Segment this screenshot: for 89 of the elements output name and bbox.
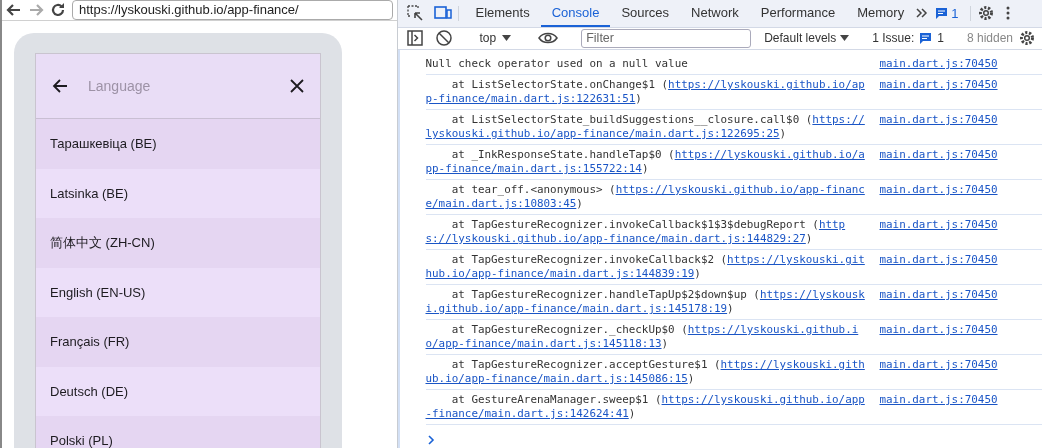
closing-paren: )	[576, 197, 583, 211]
closing-paren: )	[779, 127, 787, 141]
devtools-tab[interactable]: Elements	[464, 0, 541, 27]
source-link[interactable]: main.dart.js:70450	[879, 393, 998, 407]
stack-frame-text: at ListSelectorState.onChange$1 (	[450, 78, 669, 92]
closing-paren: )	[687, 372, 695, 386]
close-icon[interactable]	[289, 78, 305, 94]
source-url-link[interactable]: s://lyskouski.github.io/app-finance/main.dart.js:144829:27	[425, 232, 806, 246]
source-link[interactable]: main.dart.js:70450	[879, 218, 998, 232]
message-icon	[935, 6, 949, 20]
language-item[interactable]: English (EN-US)	[36, 267, 320, 317]
language-item[interactable]: 简体中文 (ZH-CN)	[36, 218, 320, 268]
language-item[interactable]: Тарашкевіца (BE)	[36, 119, 320, 169]
source-link[interactable]: main.dart.js:70450	[879, 253, 998, 267]
search-field[interactable]: Language	[86, 77, 271, 95]
closing-paren: )	[727, 302, 734, 316]
caret-icon	[502, 35, 512, 42]
issues-badge[interactable]: 1	[929, 0, 965, 27]
stack-frame-text: at GestureArenaManager.sweep$1 (	[450, 393, 662, 407]
closing-paren: )	[694, 267, 701, 281]
inspect-icon[interactable]	[405, 4, 424, 23]
devtools-tab[interactable]: Performance	[749, 0, 847, 27]
back-icon[interactable]	[6, 2, 22, 18]
stack-frame-text: at TapGestureRecognizer.invokeCallback$1$3$debugReport (	[450, 218, 819, 232]
issues-label: 1 Issue:	[872, 31, 915, 46]
settings-icon[interactable]	[1018, 29, 1036, 48]
source-url-link[interactable]: i.github.io/app-finance/main.dart.js:145178:19	[425, 302, 728, 316]
hidden-count: 8 hidden	[966, 31, 1013, 46]
language-item[interactable]: Deutsch (DE)	[36, 366, 320, 416]
source-url-link[interactable]: https://lyskouski.github.io/ap	[668, 78, 865, 92]
caret-icon	[840, 35, 850, 42]
devtools-tab[interactable]: Console	[540, 0, 611, 27]
source-link[interactable]: main.dart.js:70450	[879, 148, 998, 162]
stack-frame-text: at tear_off.<anonymous> (	[450, 183, 616, 197]
prompt-icon	[425, 435, 436, 445]
source-link[interactable]: main.dart.js:70450	[879, 183, 998, 197]
stack-frame-text: at _InkResponseState.handleTap$0 (	[450, 148, 675, 162]
issues-count: 1	[937, 31, 944, 46]
levels-dropdown[interactable]: Default levels	[764, 31, 850, 46]
source-url-link[interactable]: https://lyskouski.github.io/a	[674, 148, 865, 162]
devtools-tab[interactable]: Sources	[610, 0, 681, 27]
source-url-link[interactable]: o/app-finance/main.dart.js:145118:13	[425, 337, 662, 351]
sidebar-toggle-icon[interactable]	[405, 29, 424, 48]
devtools-tab[interactable]: Memory	[846, 0, 916, 27]
closing-paren: )	[805, 232, 813, 246]
source-link[interactable]: main.dart.js:70450	[879, 57, 998, 71]
stack-frame-text: at TapGestureRecognizer._checkUp$0 (	[450, 323, 688, 337]
clear-console-icon[interactable]	[434, 29, 453, 48]
source-link[interactable]: main.dart.js:70450	[879, 78, 998, 92]
address-bar[interactable]: https://lyskouski.github.io/app-finance/	[72, 0, 393, 20]
message-icon	[919, 31, 933, 45]
context-dropdown[interactable]: top	[475, 31, 516, 46]
log-message: Null check operator used on a null value	[425, 57, 689, 71]
filter-field[interactable]: Filter	[581, 28, 752, 48]
source-url-link[interactable]: hub.io/app-finance/main.dart.js:144839:19	[425, 267, 695, 281]
source-url-link[interactable]: ub.io/app-finance/main.dart.js:145086:15	[425, 372, 688, 386]
language-item[interactable]: Français (FR)	[36, 317, 320, 367]
source-url-link[interactable]: https://	[812, 113, 865, 127]
language-item[interactable]: Polski (PL)	[36, 416, 320, 448]
source-url-link[interactable]: https://lyskousk	[759, 288, 865, 302]
stack-frame-text: at TapGestureRecognizer.handleTapUp$2$down$up (	[450, 288, 760, 302]
source-url-link[interactable]: http	[818, 218, 846, 232]
closing-paren: )	[641, 162, 649, 176]
source-url-link[interactable]: lyskouski.github.io/app-finance/main.dart.js:122695:25	[425, 127, 780, 141]
back-arrow-icon[interactable]	[52, 78, 68, 94]
source-url-link[interactable]: e/main.dart.js:10803:45	[425, 197, 577, 211]
closing-paren: )	[628, 407, 636, 421]
source-url-link[interactable]: https://lyskouski.git	[727, 253, 865, 267]
source-link[interactable]: main.dart.js:70450	[879, 288, 998, 302]
closing-paren: )	[661, 337, 669, 351]
issues-count: 1	[951, 5, 959, 21]
source-url-link[interactable]: https://lyskouski.github.io/app-financ	[615, 183, 865, 197]
stack-frame-text: at TapGestureRecognizer.acceptGesture$1 (	[450, 358, 721, 372]
stack-frame-text: at TapGestureRecognizer.invokeCallback$2 (	[450, 253, 728, 267]
source-url-link[interactable]: https://lyskouski.gith	[720, 358, 865, 372]
language-item[interactable]: Latsinka (BE)	[36, 168, 320, 218]
source-link[interactable]: main.dart.js:70450	[879, 358, 998, 372]
source-url-link[interactable]: p-finance/main.dart.js:122631:51	[425, 92, 636, 106]
source-url-link[interactable]: -finance/main.dart.js:142624:41	[425, 407, 629, 421]
stack-frame-text: at ListSelectorState_buildSuggestions__closure.call$0 (	[450, 113, 813, 127]
source-link[interactable]: main.dart.js:70450	[879, 113, 998, 127]
reload-icon[interactable]	[50, 2, 66, 18]
source-url-link[interactable]: pp-finance/main.dart.js:155722:14	[425, 162, 642, 176]
source-url-link[interactable]: https://lyskouski.github.i	[687, 323, 859, 337]
settings-icon[interactable]	[977, 4, 996, 23]
devtools-tab[interactable]: Network	[680, 0, 750, 27]
source-url-link[interactable]: https://lyskouski.github.io/app	[661, 393, 865, 407]
source-link[interactable]: main.dart.js:70450	[879, 323, 998, 337]
closing-paren: )	[635, 92, 642, 106]
